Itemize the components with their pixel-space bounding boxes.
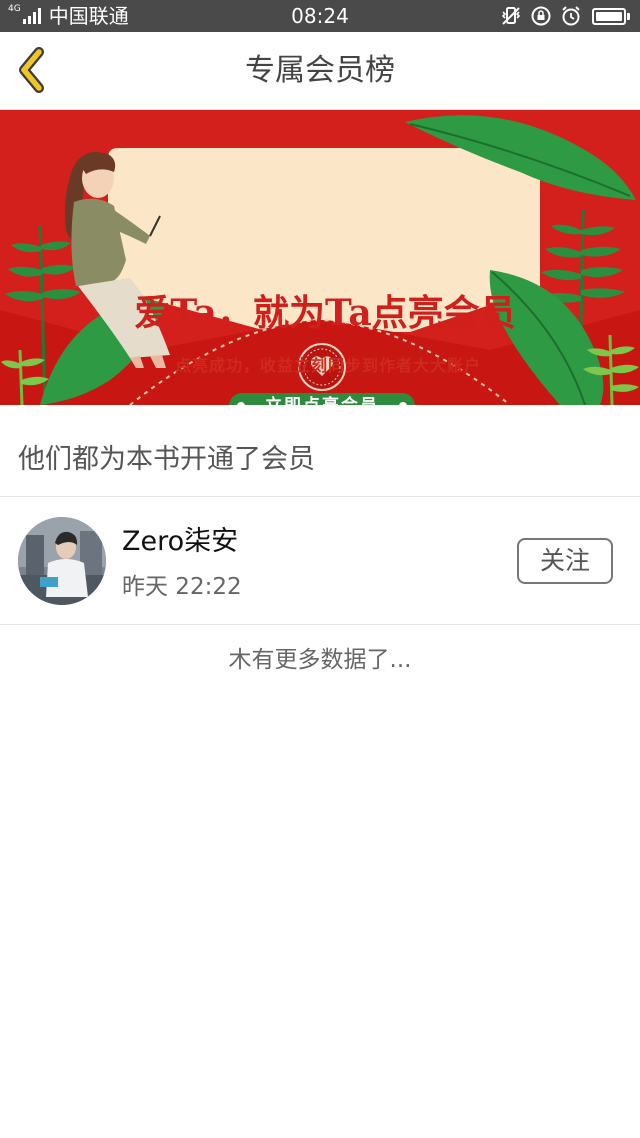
list-item[interactable]: Zero柒安 昨天 22:22 关注	[0, 497, 640, 624]
follow-button[interactable]: 关注	[517, 538, 613, 584]
status-right	[492, 4, 630, 28]
banner-subtitle: 点亮成功，收益立刻同步到作者大大账户	[174, 356, 481, 375]
member-name[interactable]: Zero柒安	[122, 519, 238, 558]
section-title: 他们都为本书开通了会员	[18, 444, 315, 475]
status-bar: 4G 中国联通 08:24	[0, 0, 640, 32]
nav-bar: 专属会员榜	[0, 32, 640, 110]
vibrate-icon	[501, 7, 521, 25]
alarm-icon	[562, 6, 580, 26]
membership-banner[interactable]: 爱Ta，就为Ta点亮会员 点亮成功，收益立刻同步到作者大大账户 立即点亮会员	[0, 110, 640, 405]
user-avatar-icon	[18, 517, 106, 605]
banner-headline: 爱Ta，就为Ta点亮会员	[134, 292, 516, 334]
page-title: 专属会员榜	[245, 53, 395, 88]
rotation-lock-icon	[531, 6, 551, 26]
back-button[interactable]	[12, 46, 62, 96]
avatar[interactable]	[18, 517, 106, 605]
light-up-membership-button[interactable]: 立即点亮会员	[229, 393, 415, 405]
no-more-data-text: 木有更多数据了...	[228, 647, 412, 673]
member-time: 昨天 22:22	[122, 574, 242, 600]
chevron-left-icon	[19, 47, 44, 93]
divider	[0, 624, 640, 625]
battery-icon	[592, 7, 630, 25]
